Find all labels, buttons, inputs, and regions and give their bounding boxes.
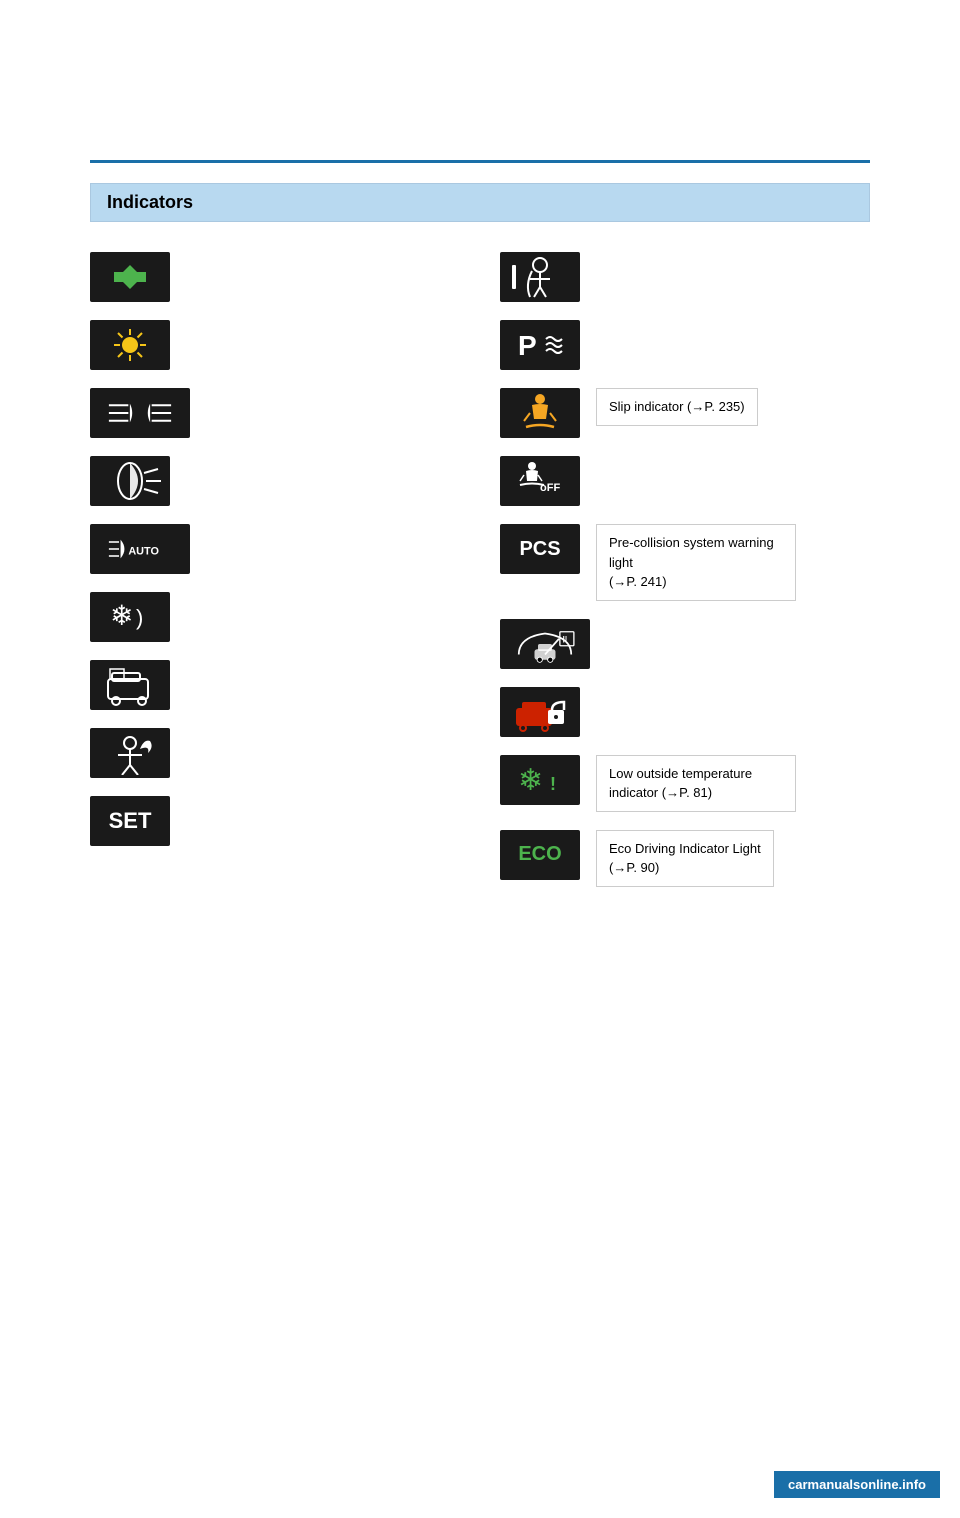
- eco-callout-text: Eco Driving Indicator Light (→P. 90): [609, 841, 761, 876]
- door-open-icon: [90, 660, 170, 710]
- auto-light-icon: AUTO: [90, 524, 190, 574]
- list-item: [500, 687, 870, 737]
- list-item: Slip indicator (→P. 235): [500, 388, 870, 438]
- set-icon: SET: [90, 796, 170, 846]
- parking-icon: P: [500, 320, 580, 370]
- locked-car-icon: [500, 687, 580, 737]
- content-area: Indicators: [90, 183, 870, 887]
- list-item: oFF: [500, 456, 870, 506]
- list-item: SET: [90, 796, 460, 846]
- watermark: carmanualsonline.info: [774, 1471, 940, 1498]
- list-item: AUTO: [90, 524, 460, 574]
- section-title: Indicators: [107, 192, 193, 212]
- eco-label: ECO: [518, 843, 561, 866]
- list-item: ❄ ! Low outside temperature indicator (→…: [500, 755, 870, 812]
- list-item: [90, 456, 460, 506]
- snowflake-temp-icon: ❄ !: [500, 755, 580, 805]
- section-header: Indicators: [90, 183, 870, 222]
- list-item: II II: [500, 619, 870, 669]
- list-item: P: [500, 320, 870, 370]
- engine-check-icon: [90, 728, 170, 778]
- slip-callout: Slip indicator (→P. 235): [596, 388, 758, 426]
- headlight-on-icon: [90, 456, 170, 506]
- list-item: PCS Pre-collision system warning light (…: [500, 524, 870, 601]
- left-column: AUTO ❄ ): [90, 252, 460, 887]
- pcs-callout: Pre-collision system warning light (→P. …: [596, 524, 796, 601]
- adaptive-cruise-icon: II II: [500, 619, 590, 669]
- eco-icon: ECO: [500, 830, 580, 880]
- seatbelt-icon: [500, 252, 580, 302]
- list-item: [90, 728, 460, 778]
- svg-text:!: !: [550, 774, 556, 794]
- svg-text:❄: ❄: [110, 600, 133, 631]
- high-beam-icon: [90, 388, 190, 438]
- svg-text:II: II: [563, 634, 568, 644]
- low-temp-text: Low outside temperature indicator (→P. 8…: [609, 766, 752, 801]
- list-item: [500, 252, 870, 302]
- slip-indicator-icon: [500, 388, 580, 438]
- slip-off-icon: oFF: [500, 456, 580, 506]
- svg-text:oFF: oFF: [540, 482, 560, 494]
- list-item: ECO Eco Driving Indicator Light (→P. 90): [500, 830, 870, 887]
- svg-text:❄: ❄: [518, 764, 543, 797]
- svg-text:P: P: [518, 330, 537, 361]
- list-item: [90, 252, 460, 302]
- list-item: [90, 660, 460, 710]
- eco-callout: Eco Driving Indicator Light (→P. 90): [596, 830, 774, 887]
- list-item: [90, 388, 460, 438]
- right-column: P: [500, 252, 870, 887]
- turn-signals-icon: [90, 252, 170, 302]
- pcs-label: PCS: [519, 538, 560, 561]
- list-item: [90, 320, 460, 370]
- set-label: SET: [109, 808, 152, 834]
- svg-text:AUTO: AUTO: [128, 545, 159, 557]
- low-temp-callout: Low outside temperature indicator (→P. 8…: [596, 755, 796, 812]
- indicators-grid: AUTO ❄ ): [90, 252, 870, 887]
- section-divider: [90, 160, 870, 163]
- list-item: ❄ ): [90, 592, 460, 642]
- pcs-callout-text: Pre-collision system warning light (→P. …: [609, 535, 774, 589]
- pcs-icon: PCS: [500, 524, 580, 574]
- slip-callout-text: Slip indicator (→P. 235): [609, 399, 745, 414]
- headlight-sun-icon: [90, 320, 170, 370]
- svg-text:): ): [136, 605, 143, 630]
- cold-engine-icon: ❄ ): [90, 592, 170, 642]
